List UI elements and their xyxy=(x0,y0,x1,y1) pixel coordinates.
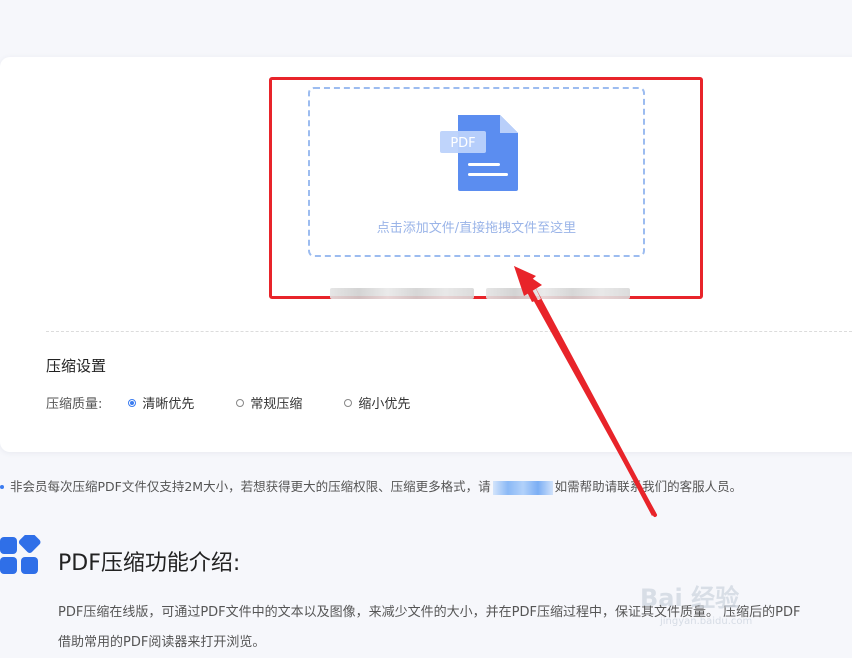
radio-shrink-priority[interactable]: 缩小优先 xyxy=(344,393,410,412)
settings-title: 压缩设置 xyxy=(46,357,107,375)
pdf-icon-label: PDF xyxy=(450,136,475,151)
divider xyxy=(46,331,852,332)
radio-label: 清晰优先 xyxy=(142,397,195,412)
upload-hint: 点击添加文件/直接拖拽文件至这里 xyxy=(376,221,577,236)
radio-unchecked-icon xyxy=(236,398,245,407)
quality-label: 压缩质量: xyxy=(46,397,103,412)
blurred-info-left xyxy=(330,288,474,299)
baidu-watermark-url: jingyan.baidu.com xyxy=(660,616,753,627)
radio-label: 缩小优先 xyxy=(358,397,411,412)
blurred-member-link[interactable] xyxy=(492,480,553,495)
upload-dropzone[interactable]: PDF 点击添加文件/直接拖拽文件至这里 xyxy=(308,87,645,257)
notice-text-before: 非会员每次压缩PDF文件仅支持2M大小，若想获得更大的压缩权限、压缩更多格式，请 xyxy=(10,479,491,494)
notice-text-after: 如需帮助请联系我们的客服人员。 xyxy=(554,479,743,494)
feature-grid-icon xyxy=(0,535,41,574)
baidu-watermark: Bai 经验 xyxy=(640,584,740,612)
intro-line-2: 借助常用的PDF阅读器来打开浏览。 xyxy=(58,635,266,650)
member-notice: 非会员每次压缩PDF文件仅支持2M大小，若想获得更大的压缩权限、压缩更多格式，请… xyxy=(0,476,742,495)
radio-label: 常规压缩 xyxy=(250,397,303,412)
blurred-info-right xyxy=(486,288,630,299)
quality-row: 压缩质量: 清晰优先 常规压缩 缩小优先 xyxy=(46,393,410,412)
pdf-file-icon: PDF xyxy=(440,115,518,191)
radio-clear-priority[interactable]: 清晰优先 xyxy=(128,393,194,412)
bullet-dot-icon xyxy=(0,484,4,489)
radio-normal-compress[interactable]: 常规压缩 xyxy=(236,393,302,412)
feature-title: PDF压缩功能介绍: xyxy=(58,551,241,576)
radio-checked-icon xyxy=(128,398,137,407)
radio-unchecked-icon xyxy=(344,398,353,407)
